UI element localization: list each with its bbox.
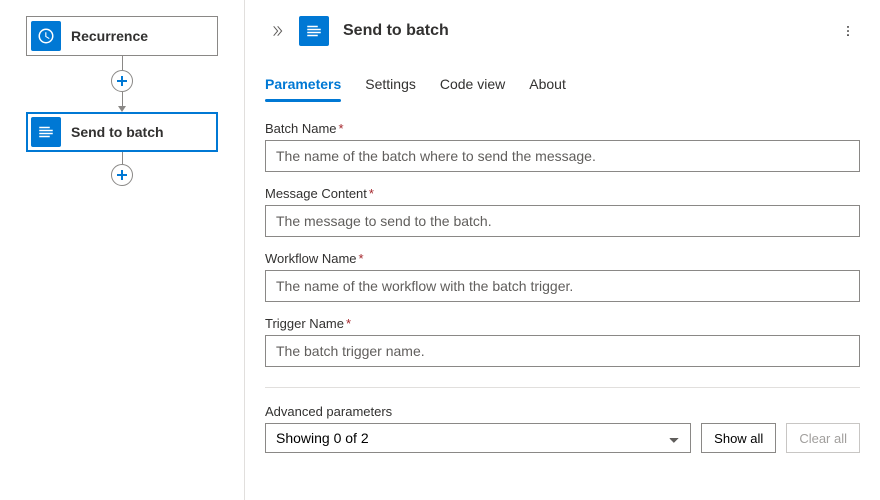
required-mark: * [339,121,344,136]
tab-about[interactable]: About [529,70,566,102]
advanced-label: Advanced parameters [265,404,860,419]
node-recurrence[interactable]: Recurrence [26,16,218,56]
field-batch-name: Batch Name* [265,121,860,172]
field-label: Trigger Name* [265,316,860,331]
clear-all-button[interactable]: Clear all [786,423,860,453]
node-label: Send to batch [71,124,164,140]
connector-end [111,152,133,186]
node-send-to-batch[interactable]: Send to batch [26,112,218,152]
message-content-input[interactable] [265,205,860,237]
field-trigger-name: Trigger Name* [265,316,860,367]
required-mark: * [369,186,374,201]
show-all-button[interactable]: Show all [701,423,776,453]
parameters-form: Batch Name* Message Content* Workflow Na… [245,103,880,500]
node-label: Recurrence [71,28,148,44]
tabs: Parameters Settings Code view About [245,56,880,103]
field-message-content: Message Content* [265,186,860,237]
field-label: Batch Name* [265,121,860,136]
more-button[interactable] [836,19,860,43]
workflow-name-input[interactable] [265,270,860,302]
workflow-canvas: Recurrence Send to batch [0,0,244,500]
field-label: Workflow Name* [265,251,860,266]
advanced-row: Showing 0 of 2 Show all Clear all [265,423,860,453]
details-panel: Send to batch Parameters Settings Code v… [244,0,880,500]
advanced-select[interactable]: Showing 0 of 2 [265,423,691,453]
batch-icon [299,16,329,46]
collapse-button[interactable] [265,19,289,43]
required-mark: * [346,316,351,331]
add-step-button[interactable] [111,70,133,92]
clock-icon [31,21,61,51]
batch-name-input[interactable] [265,140,860,172]
batch-icon [31,117,61,147]
tab-code-view[interactable]: Code view [440,70,505,102]
panel-title: Send to batch [343,22,836,40]
tab-settings[interactable]: Settings [365,70,416,102]
connector [111,56,133,112]
trigger-name-input[interactable] [265,335,860,367]
field-label: Message Content* [265,186,860,201]
divider [265,387,860,388]
field-workflow-name: Workflow Name* [265,251,860,302]
panel-header: Send to batch [245,0,880,56]
tab-parameters[interactable]: Parameters [265,70,341,102]
required-mark: * [359,251,364,266]
add-step-button[interactable] [111,164,133,186]
